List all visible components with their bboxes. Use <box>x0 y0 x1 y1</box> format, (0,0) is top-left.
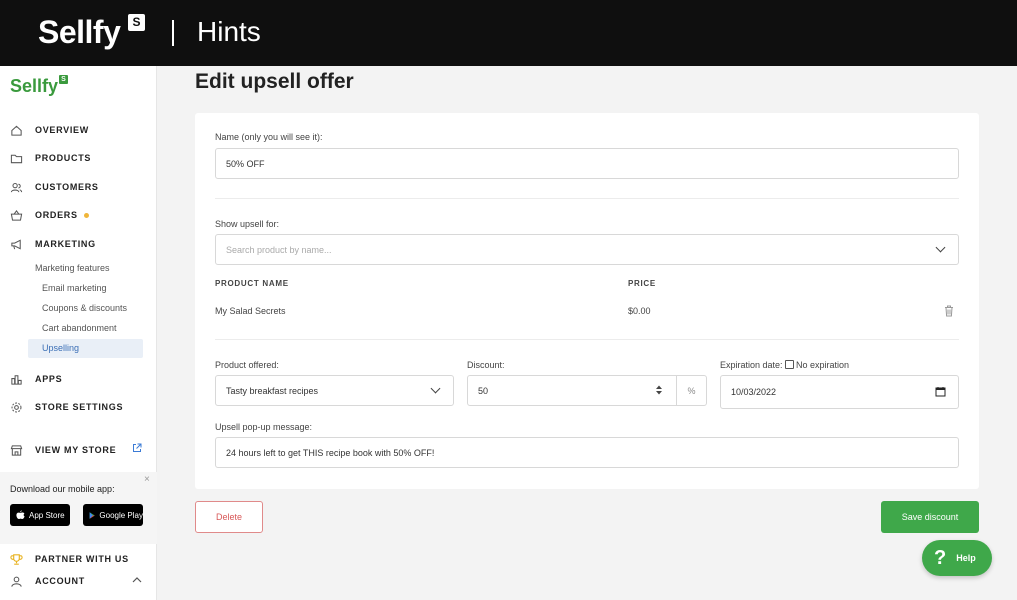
sidebar: Sellfy S OVERVIEW PRODUCTS CUSTOMERS ORD… <box>0 66 157 600</box>
sidebar-item-customers[interactable]: CUSTOMERS <box>10 177 150 197</box>
app-store-button[interactable]: App Store <box>10 504 70 526</box>
show-upsell-for-label: Show upsell for: <box>215 219 280 229</box>
table-cell-product-name: My Salad Secrets <box>215 306 286 316</box>
table-cell-price: $0.00 <box>628 306 651 316</box>
sidebar-item-overview[interactable]: OVERVIEW <box>10 120 150 140</box>
gear-icon <box>11 402 22 412</box>
google-play-icon <box>89 511 95 519</box>
question-icon: ? <box>934 546 947 569</box>
help-label: Help <box>956 553 976 563</box>
sidebar-item-label: ORDERS <box>35 210 78 220</box>
sidebar-item-label: PRODUCTS <box>35 153 92 163</box>
basket-icon <box>10 209 23 221</box>
sidebar-item-account[interactable]: ACCOUNT <box>10 571 150 591</box>
sidebar-item-label: OVERVIEW <box>35 125 89 135</box>
sidebar-item-label: CUSTOMERS <box>35 182 99 192</box>
discount-unit: % <box>676 375 707 406</box>
number-stepper-icon[interactable] <box>655 384 663 396</box>
close-icon[interactable]: × <box>144 474 150 485</box>
user-icon <box>11 576 22 587</box>
popup-message-label: Upsell pop-up message: <box>215 422 313 432</box>
trash-icon[interactable] <box>944 305 954 317</box>
mobile-app-promo: Download our mobile app: × App Store Goo… <box>0 472 157 544</box>
app-store-label: App Store <box>29 510 65 520</box>
delete-button[interactable]: Delete <box>195 501 263 533</box>
calendar-icon[interactable] <box>935 386 946 397</box>
banner-section-title: Hints <box>197 16 261 47</box>
banner-logo: Sellfy <box>38 14 121 50</box>
sidebar-item-store-settings[interactable]: STORE SETTINGS <box>10 397 150 417</box>
sidebar-item-label: MARKETING <box>35 239 96 249</box>
sidebar-item-orders[interactable]: ORDERS <box>10 205 150 225</box>
popup-message-field[interactable]: 24 hours left to get THIS recipe book wi… <box>215 437 959 468</box>
sidebar-item-partner[interactable]: PARTNER WITH US <box>10 549 150 569</box>
apps-icon <box>11 374 22 385</box>
help-button[interactable]: ? Help <box>922 540 992 576</box>
table-header-price: PRICE <box>628 279 656 288</box>
upsell-form-card: Name (only you will see it): 50% OFF Sho… <box>195 113 979 489</box>
banner-logo-badge: S <box>128 14 145 31</box>
sidebar-subitem-marketing-features[interactable]: Marketing features <box>35 263 110 273</box>
sidebar-subitem-coupons[interactable]: Coupons & discounts <box>42 303 127 313</box>
no-expiration-checkbox[interactable] <box>785 360 794 369</box>
sidebar-item-marketing[interactable]: MARKETING <box>10 234 150 254</box>
sidebar-item-label: STORE SETTINGS <box>35 402 124 412</box>
table-header-product-name: PRODUCT NAME <box>215 279 289 288</box>
save-discount-button[interactable]: Save discount <box>881 501 979 533</box>
discount-label: Discount: <box>467 360 505 370</box>
top-banner: Sellfy S Hints <box>0 0 1017 66</box>
sidebar-item-label: PARTNER WITH US <box>35 554 129 564</box>
sidebar-item-label: ACCOUNT <box>35 576 85 586</box>
mobile-app-promo-title: Download our mobile app: <box>10 484 115 494</box>
product-offered-label: Product offered: <box>215 360 279 370</box>
sidebar-item-label: VIEW MY STORE <box>35 445 117 455</box>
no-expiration-label: No expiration <box>796 360 850 370</box>
name-field[interactable]: 50% OFF <box>215 148 959 179</box>
divider <box>215 339 959 340</box>
megaphone-icon <box>11 238 21 250</box>
sidebar-logo[interactable]: Sellfy <box>10 76 58 97</box>
sidebar-subitem-cart-abandonment[interactable]: Cart abandonment <box>42 323 117 333</box>
divider <box>215 198 959 199</box>
home-icon <box>11 125 22 136</box>
expiration-date-field[interactable]: 10/03/2022 <box>720 375 959 409</box>
external-link-icon <box>133 443 142 452</box>
product-offered-select[interactable]: Tasty breakfast recipes <box>215 375 454 406</box>
sidebar-logo-badge: S <box>59 75 68 84</box>
sidebar-item-view-my-store[interactable]: VIEW MY STORE <box>10 440 150 460</box>
sidebar-subitem-upselling[interactable]: Upselling <box>42 343 79 353</box>
google-play-label: Google Play <box>99 510 143 520</box>
storefront-icon <box>10 444 23 456</box>
sidebar-item-label: APPS <box>35 374 63 384</box>
product-search-select[interactable]: Search product by name... <box>215 234 959 265</box>
google-play-button[interactable]: Google Play <box>83 504 143 526</box>
apple-icon <box>16 510 25 519</box>
chevron-up-icon <box>132 577 142 583</box>
name-field-label: Name (only you will see it): <box>215 132 323 142</box>
sidebar-item-apps[interactable]: APPS <box>10 369 150 389</box>
customers-icon <box>10 182 23 192</box>
sidebar-subitem-email-marketing[interactable]: Email marketing <box>42 283 107 293</box>
sidebar-item-products[interactable]: PRODUCTS <box>10 148 150 168</box>
discount-field[interactable]: 50 <box>467 375 677 406</box>
trophy-icon <box>10 553 23 565</box>
expiration-date-label: Expiration date: <box>720 360 783 370</box>
orders-notification-dot <box>83 212 89 218</box>
page-title: Edit upsell offer <box>195 70 354 93</box>
folder-icon <box>10 154 23 163</box>
banner-divider <box>172 20 174 46</box>
